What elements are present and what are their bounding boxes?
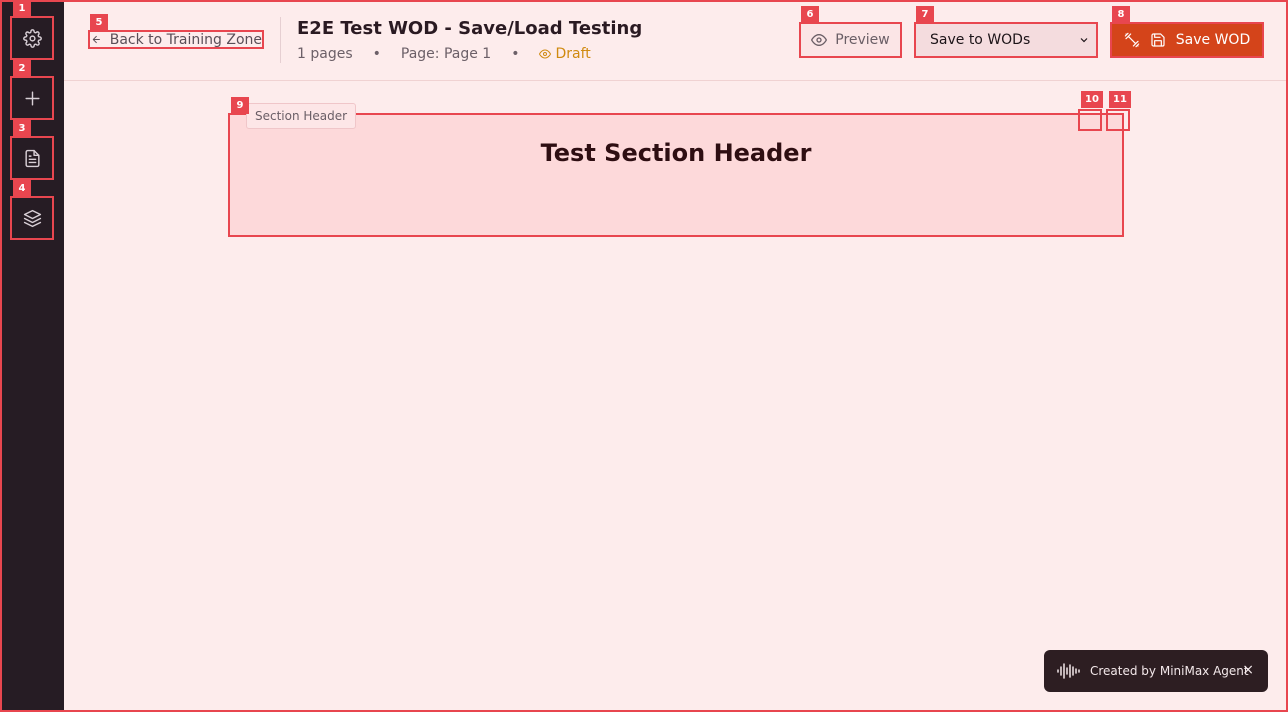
- element-badge: 2: [13, 60, 31, 77]
- element-badge: 1: [13, 0, 31, 17]
- waveform-icon: [1057, 663, 1080, 679]
- toast-text: Created by MiniMax Agent: [1090, 664, 1249, 678]
- document-icon: [24, 149, 40, 167]
- back-link-label: Back to Training Zone: [109, 31, 262, 48]
- sidebar: [0, 0, 64, 712]
- save-wod-button[interactable]: Save WOD: [1110, 22, 1264, 58]
- element-badge: 10: [1081, 91, 1103, 108]
- element-badge: 9: [231, 97, 249, 114]
- dumbbell-icon: [1124, 32, 1140, 48]
- section-type-tag: Section Header: [246, 103, 357, 129]
- save-icon: [1151, 33, 1165, 47]
- arrow-left-icon: [92, 35, 100, 44]
- save-wod-label: Save WOD: [1175, 32, 1251, 48]
- element-badge: 4: [13, 180, 31, 197]
- meta-separator: •: [511, 46, 520, 62]
- select-value: Save to WODs: [930, 32, 1031, 48]
- plus-icon: [24, 90, 40, 106]
- layers-button[interactable]: [10, 196, 54, 240]
- page-count: 1 pages: [297, 46, 353, 62]
- section-header-block[interactable]: [228, 113, 1124, 237]
- element-badge: 11: [1109, 91, 1131, 108]
- add-button[interactable]: [10, 76, 54, 120]
- close-icon[interactable]: ×: [1242, 662, 1254, 678]
- element-badge: 8: [1112, 6, 1130, 23]
- section-control-button[interactable]: [1106, 109, 1130, 131]
- settings-button[interactable]: [10, 16, 54, 60]
- element-badge: 6: [801, 6, 819, 23]
- section-title[interactable]: Test Section Header: [228, 139, 1124, 167]
- current-page: Page: Page 1: [400, 46, 492, 62]
- chevron-down-icon: [1080, 38, 1088, 43]
- layers-icon: [23, 209, 41, 227]
- preview-label: Preview: [835, 32, 890, 48]
- eye-icon: [811, 33, 828, 47]
- eye-icon: [539, 49, 552, 59]
- header-divider: [280, 17, 281, 63]
- page-title: E2E Test WOD - Save/Load Testing: [297, 18, 643, 39]
- minimax-agent-toast: Created by MiniMax Agent ×: [1044, 650, 1268, 692]
- element-badge: 3: [13, 120, 31, 137]
- save-destination-select[interactable]: Save to WODs: [914, 22, 1098, 58]
- section-control-button[interactable]: [1078, 109, 1102, 131]
- wod-meta: 1 pages • Page: Page 1 • Draft: [297, 46, 591, 62]
- status-badge: Draft: [539, 46, 591, 62]
- element-badge: 5: [90, 14, 108, 31]
- pages-button[interactable]: [10, 136, 54, 180]
- gear-icon: [22, 28, 42, 48]
- meta-separator: •: [372, 46, 381, 62]
- back-to-training-zone-link[interactable]: Back to Training Zone: [88, 30, 264, 49]
- element-badge: 7: [916, 6, 934, 23]
- status-label: Draft: [555, 46, 591, 62]
- preview-button[interactable]: Preview: [799, 22, 902, 58]
